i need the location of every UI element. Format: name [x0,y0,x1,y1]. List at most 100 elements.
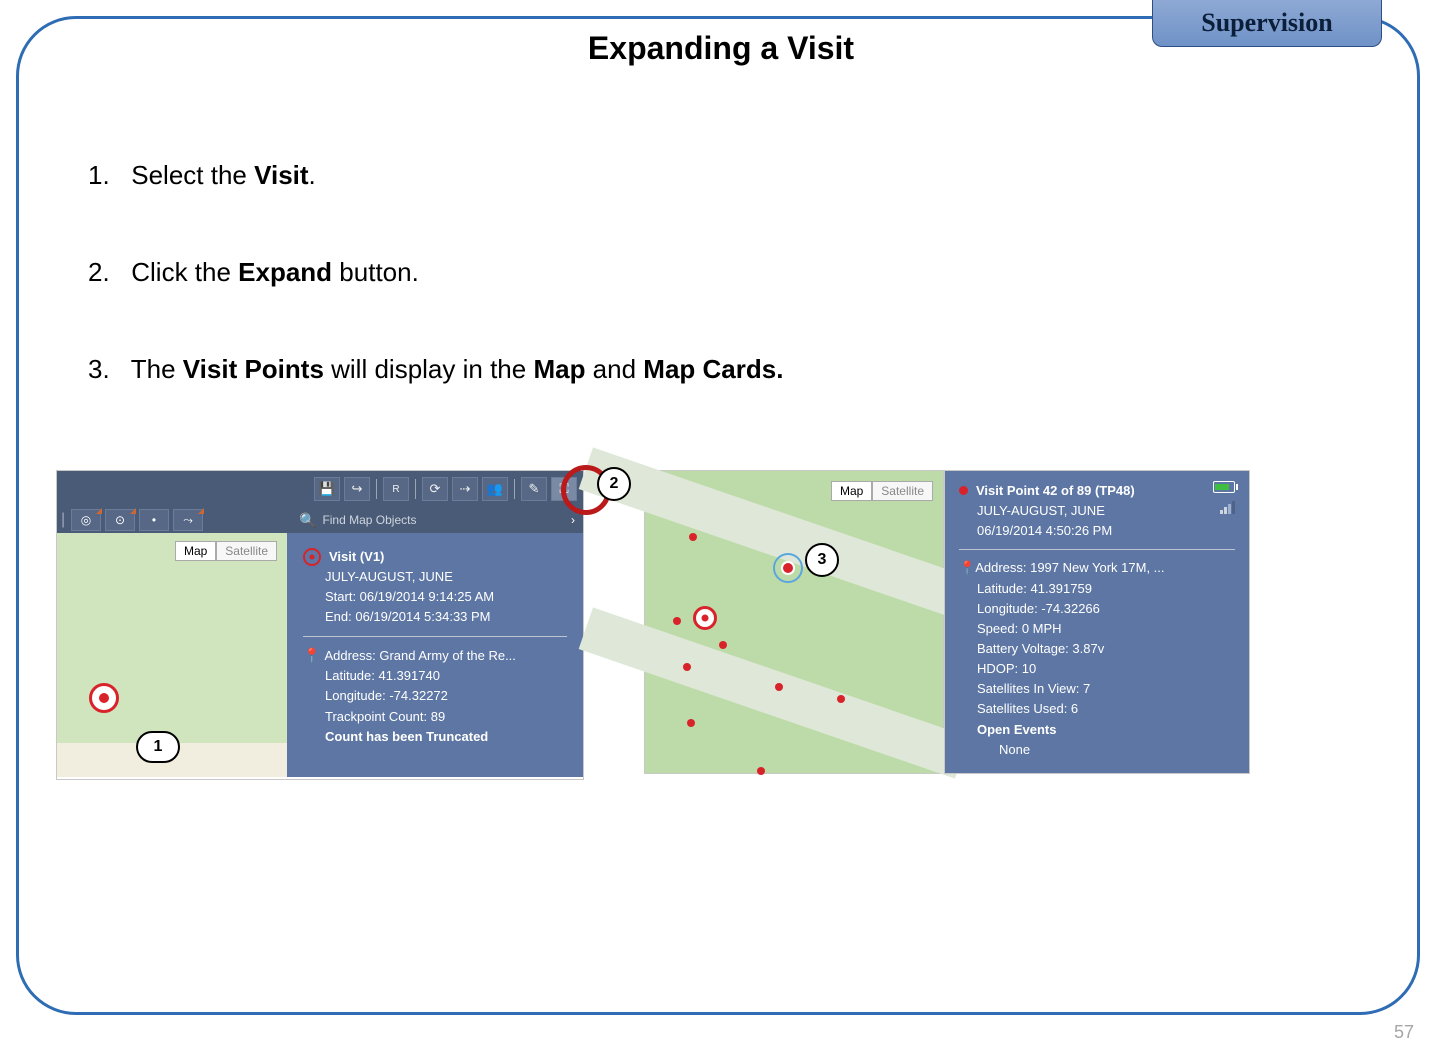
map-road [579,607,970,778]
visit-card-title-row: Visit (V1) [303,547,567,567]
toolbar-divider [376,479,377,499]
step-1: 1. Select the Visit. [88,160,1354,191]
detail-title: Visit Point 42 of 89 (TP48) [976,483,1135,498]
screenshots-row: 💾 ↪ R ⟳ ⇢ 👥 ✎ ⛶ | ◎ ⊙ • ⤳ 🔍 Fin [56,470,1250,780]
step-bold: Map [533,354,585,384]
search-icon: 🔍 [299,512,316,529]
map-mode-map[interactable]: Map [175,541,216,561]
page-number: 57 [1394,1022,1414,1043]
detail-sat-view: Satellites In View: 7 [959,679,1235,699]
detail-battery: Battery Voltage: 3.87v [959,639,1235,659]
map-mode-strip: | ◎ ⊙ • ⤳ [57,507,291,533]
lower-panels: Map Satellite 1 Visit (V1) JULY-AUGUST, … [57,533,583,777]
step-bold: Visit [254,160,308,190]
toolbar-divider [415,479,416,499]
toggle-tracks-icon[interactable]: ⇢ [452,477,478,501]
visit-point-dot[interactable] [673,617,681,625]
visit-point-dot[interactable] [683,663,691,671]
map-mode-satellite[interactable]: Satellite [872,481,933,501]
visit-card: Visit (V1) JULY-AUGUST, JUNE Start: 06/1… [287,533,583,777]
map-toolbar: 💾 ↪ R ⟳ ⇢ 👥 ✎ ⛶ [57,471,583,507]
visit-start: Start: 06/19/2014 9:14:25 AM [303,587,567,607]
mode-dot-icon[interactable]: • [139,509,169,531]
people-icon[interactable]: 👥 [482,477,508,501]
step-2: 2. Click the Expand button. [88,257,1354,288]
map-type-toggle[interactable]: Map Satellite [831,481,933,501]
section-tab: Supervision [1152,0,1382,47]
target-icon [89,683,119,713]
map-type-toggle[interactable]: Map Satellite [175,541,277,561]
map-road [579,447,970,618]
save-icon[interactable]: 💾 [314,477,340,501]
detail-lon: Longitude: -74.32266 [959,599,1235,619]
pin-icon: 📍 [303,647,320,663]
visit-point-dot[interactable] [689,533,697,541]
visit-name: JULY-AUGUST, JUNE [303,567,567,587]
step-text: . [309,160,316,190]
mini-map[interactable]: Map Satellite 1 [57,533,287,777]
refresh-icon[interactable]: ⟳ [422,477,448,501]
visit-point-dot[interactable] [719,641,727,649]
search-row: | ◎ ⊙ • ⤳ 🔍 Find Map Objects › [57,507,583,533]
detail-title-row: Visit Point 42 of 89 (TP48) [959,481,1235,501]
step-bold: Expand [238,257,332,287]
toolbar-divider [514,479,515,499]
step-text: will display in the [324,354,534,384]
mode-target-icon[interactable]: ◎ [71,509,101,531]
visit-point-dot[interactable] [757,767,765,775]
visit-marker[interactable] [693,606,717,630]
export-icon[interactable]: ↪ [344,477,370,501]
edit-icon[interactable]: ✎ [521,477,547,501]
visit-title: Visit (V1) [329,547,384,567]
visit-truncated: Count has been Truncated [303,727,567,747]
visit-point-card: Visit Point 42 of 89 (TP48) JULY-AUGUST,… [944,470,1250,774]
callout-3: 3 [805,543,839,577]
step-text: Click the [131,257,238,287]
visit-marker[interactable] [89,683,119,713]
red-dot-icon [959,486,968,495]
step-number: 3. [88,354,124,385]
detail-hdop: HDOP: 10 [959,659,1235,679]
step-number: 2. [88,257,124,288]
map-search[interactable]: 🔍 Find Map Objects › [291,507,583,533]
step-text: The [131,354,183,384]
visit-point-dot[interactable] [837,695,845,703]
visit-lat: Latitude: 41.391740 [303,666,567,686]
report-icon[interactable]: R [383,477,409,501]
callout-2: 2 [597,467,631,501]
selected-visit-point[interactable] [773,553,803,583]
step-text: button. [332,257,419,287]
mode-route-icon[interactable]: ⤳ [173,509,203,531]
target-icon [303,548,321,566]
callout-1: 1 [136,731,180,763]
target-icon [693,606,717,630]
signal-icon [1220,501,1235,514]
step-3: 3. The Visit Points will display in the … [88,354,1354,385]
visit-point-dot[interactable] [775,683,783,691]
detail-time: 06/19/2014 4:50:26 PM [959,521,1235,541]
detail-speed: Speed: 0 MPH [959,619,1235,639]
map-mode-map[interactable]: Map [831,481,872,501]
open-events-none: None [959,740,1235,760]
card-divider [303,636,567,637]
strip-divider: | [61,511,67,529]
expanded-map[interactable]: Map Satellite 3 [644,470,944,774]
chevron-right-icon: › [571,513,575,527]
step-bold: Visit Points [183,354,324,384]
instruction-steps: 1. Select the Visit. 2. Click the Expand… [88,160,1354,451]
visit-point-dot[interactable] [687,719,695,727]
mode-point-icon[interactable]: ⊙ [105,509,135,531]
visit-trackpoint-count: Trackpoint Count: 89 [303,707,567,727]
screenshot-after: Map Satellite 3 Visit Point 42 of 89 (TP… [644,470,1250,774]
detail-sat-used: Satellites Used: 6 [959,699,1235,719]
detail-address: Address: 1997 New York 17M, ... [975,560,1164,575]
detail-name: JULY-AUGUST, JUNE [959,501,1235,521]
step-number: 1. [88,160,124,191]
step-text: and [585,354,643,384]
visit-address: Address: Grand Army of the Re... [324,648,515,663]
detail-address-row: 📍Address: 1997 New York 17M, ... [959,558,1235,578]
map-mode-satellite[interactable]: Satellite [216,541,277,561]
visit-end: End: 06/19/2014 5:34:33 PM [303,607,567,627]
open-events-label: Open Events [959,720,1235,740]
pin-icon: 📍 [959,560,975,575]
